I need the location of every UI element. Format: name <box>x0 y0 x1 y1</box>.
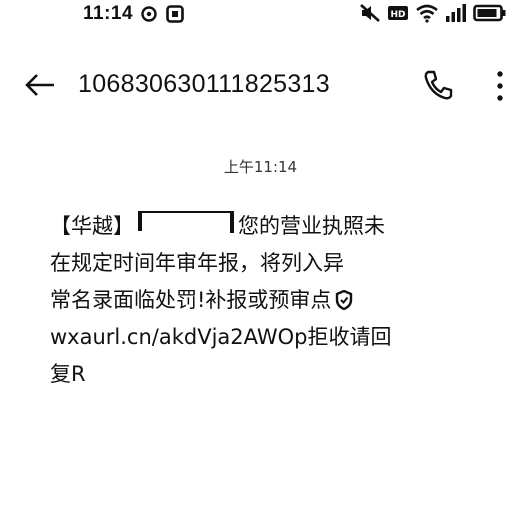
hd-label: HD <box>390 10 405 20</box>
battery-icon <box>473 3 507 23</box>
hd-icon: HD <box>387 4 409 22</box>
sender-tag: 【华越】 <box>50 214 134 238</box>
wifi-icon <box>415 3 439 23</box>
message-line-1: 【华越】 您的营业执照未 <box>50 208 460 245</box>
signal-icon <box>445 3 467 23</box>
status-icons: HD <box>359 3 507 23</box>
phone-icon <box>424 70 453 100</box>
more-options-button[interactable] <box>490 68 510 104</box>
redacted-name <box>138 211 234 237</box>
mute-icon <box>359 3 381 23</box>
more-vertical-icon <box>497 71 503 101</box>
message-link[interactable]: wxaurl.cn/akdVja2AWOp <box>50 325 308 349</box>
back-button[interactable] <box>22 70 58 100</box>
message-line-4: wxaurl.cn/akdVja2AWOp拒收请回 <box>50 325 392 349</box>
message-line-5: 复R <box>50 362 86 386</box>
message-line-2: 在规定时间年审年报，将列入异 <box>50 251 344 275</box>
app-notification-icon <box>166 5 184 27</box>
status-bar: 11:14 HD <box>0 0 521 28</box>
conversation-header: 106830630111825313 <box>0 62 521 110</box>
arrow-left-icon <box>25 74 54 96</box>
status-time: 11:14 <box>83 3 134 24</box>
contact-number: 106830630111825313 <box>78 70 330 98</box>
message-timestamp: 上午11:14 <box>223 158 298 176</box>
message-bubble[interactable]: 【华越】 您的营业执照未 在规定时间年审年报，将列入异 常名录面临处罚!补报或预审… <box>50 208 460 393</box>
sync-icon <box>140 5 158 27</box>
message-line-3: 常名录面临处罚!补报或预审点 <box>50 282 460 319</box>
shield-icon <box>335 285 353 311</box>
call-button[interactable] <box>422 68 454 102</box>
